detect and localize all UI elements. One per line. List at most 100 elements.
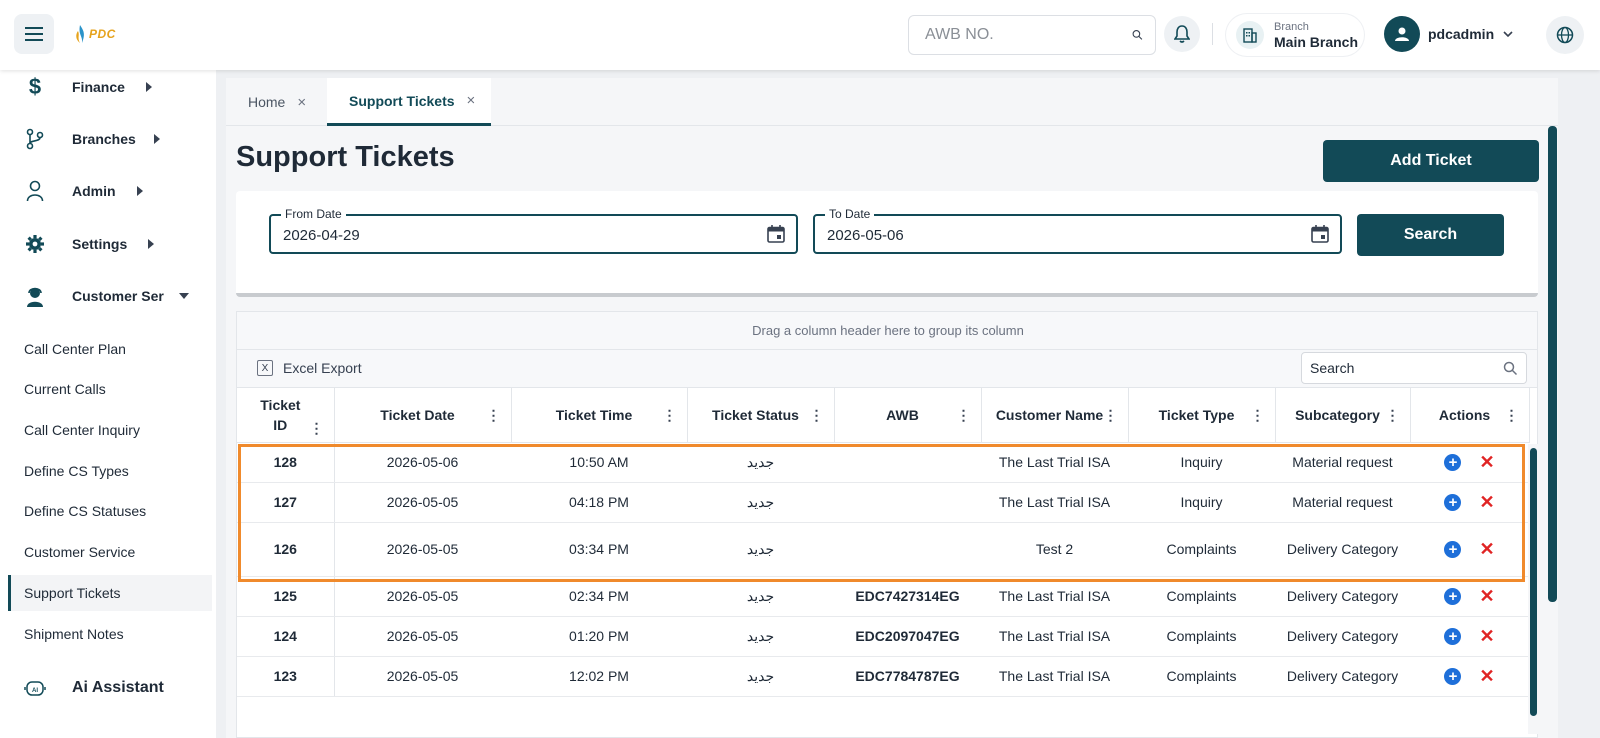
column-menu-icon[interactable]: ⋮	[1251, 408, 1265, 422]
cell-subcategory: Material request	[1275, 442, 1410, 483]
delete-icon[interactable]: ✕	[1479, 586, 1494, 607]
cell-ticket-time: 03:34 PM	[511, 522, 687, 577]
cell-ticket-time: 12:02 PM	[511, 656, 687, 697]
delete-icon[interactable]: ✕	[1479, 666, 1494, 687]
column-menu-icon[interactable]: ⋮	[1505, 408, 1519, 422]
close-icon[interactable]: ×	[297, 94, 306, 111]
delete-icon[interactable]: ✕	[1479, 539, 1494, 560]
grid-search-field[interactable]	[1301, 352, 1527, 384]
column-menu-icon[interactable]: ⋮	[487, 408, 501, 422]
column-menu-icon[interactable]: ⋮	[310, 421, 324, 435]
column-header-ticket-date[interactable]: Ticket Date ⋮	[334, 388, 512, 443]
to-date-field[interactable]: To Date 2026-05-06	[813, 207, 1342, 254]
to-date-value[interactable]: 2026-05-06	[827, 227, 904, 244]
cell-ticket-time: 10:50 AM	[511, 442, 687, 483]
app-logo[interactable]: PDC	[74, 25, 116, 43]
from-date-label: From Date	[281, 207, 346, 221]
user-icon	[1395, 27, 1409, 41]
sidebar-item-finance[interactable]: $ Finance	[0, 65, 216, 109]
sidebar-item-shipment-notes[interactable]: Shipment Notes	[8, 616, 212, 652]
excel-export-button[interactable]: X Excel Export	[257, 360, 362, 376]
column-header-label: Ticket Time	[555, 406, 633, 423]
sidebar-item-customer-service[interactable]: Customer Ser	[0, 274, 216, 318]
sidebar-item-admin[interactable]: Admin	[0, 169, 216, 213]
grid-search-input[interactable]	[1310, 360, 1503, 376]
dollar-icon: $	[28, 74, 42, 99]
flame-logo-icon	[76, 25, 84, 43]
sidebar-item-call-center-inquiry[interactable]: Call Center Inquiry	[8, 412, 212, 448]
close-icon[interactable]: ×	[467, 92, 476, 109]
sidebar-item-define-cs-statuses[interactable]: Define CS Statuses	[8, 493, 212, 529]
sidebar-item-label: Ai Assistant	[72, 679, 164, 696]
column-header-label: Subcategory	[1295, 406, 1380, 423]
delete-icon[interactable]: ✕	[1479, 626, 1494, 647]
column-header-label: Customer Name	[995, 406, 1104, 423]
column-header-awb[interactable]: AWB ⋮	[834, 388, 982, 443]
calendar-icon[interactable]	[766, 224, 786, 244]
user-menu[interactable]: pdcadmin	[1384, 16, 1514, 52]
language-button[interactable]	[1546, 16, 1584, 54]
column-menu-icon[interactable]: ⋮	[663, 408, 677, 422]
column-menu-icon[interactable]: ⋮	[810, 408, 824, 422]
table-row[interactable]: 125 2026-05-05 02:34 PM جديد EDC7427314E…	[237, 576, 1529, 617]
cell-customer-name: Test 2	[981, 522, 1128, 577]
add-icon[interactable]: +	[1444, 587, 1462, 605]
sidebar-item-label: Finance	[72, 79, 125, 95]
column-header-ticket-time[interactable]: Ticket Time ⋮	[511, 388, 688, 443]
add-icon[interactable]: +	[1444, 493, 1462, 511]
add-icon[interactable]: +	[1444, 540, 1462, 558]
column-header-ticket-status[interactable]: Ticket Status ⋮	[687, 388, 835, 443]
column-menu-icon[interactable]: ⋮	[1104, 408, 1118, 422]
column-header-ticket-type[interactable]: Ticket Type ⋮	[1128, 388, 1276, 443]
from-date-field[interactable]: From Date 2026-04-29	[269, 207, 798, 254]
sidebar-item-call-center-plan[interactable]: Call Center Plan	[8, 331, 212, 367]
tab-home[interactable]: Home ×	[226, 78, 322, 126]
awb-search-field[interactable]	[908, 15, 1156, 55]
notifications-button[interactable]	[1164, 16, 1200, 52]
sidebar-item-support-tickets[interactable]: Support Tickets	[8, 575, 212, 611]
branch-selector[interactable]: Branch Main Branch	[1226, 14, 1364, 56]
cell-actions: + ✕	[1409, 616, 1529, 657]
table-row[interactable]: 127 2026-05-05 04:18 PM جديد The Last Tr…	[237, 482, 1529, 523]
calendar-icon[interactable]	[1310, 224, 1330, 244]
page-scrollbar[interactable]	[1548, 126, 1557, 602]
column-menu-icon[interactable]: ⋮	[1386, 408, 1400, 422]
add-icon[interactable]: +	[1444, 453, 1462, 471]
cell-ticket-type: Complaints	[1128, 576, 1275, 617]
awb-search-input[interactable]	[925, 26, 1132, 44]
column-header-subcategory[interactable]: Subcategory ⋮	[1275, 388, 1411, 443]
add-ticket-button[interactable]: Add Ticket	[1323, 140, 1539, 182]
delete-icon[interactable]: ✕	[1479, 452, 1494, 473]
from-date-value[interactable]: 2026-04-29	[283, 227, 360, 244]
sidebar-item-customer-service-sub[interactable]: Customer Service	[8, 534, 212, 570]
add-icon[interactable]: +	[1444, 627, 1462, 645]
sidebar-item-current-calls[interactable]: Current Calls	[8, 371, 212, 407]
table-row[interactable]: 124 2026-05-05 01:20 PM جديد EDC2097047E…	[237, 616, 1529, 657]
sidebar-item-ai-assistant[interactable]: AI Ai Assistant	[0, 666, 216, 710]
column-menu-icon[interactable]: ⋮	[957, 408, 971, 422]
search-button[interactable]: Search	[1357, 214, 1504, 256]
hamburger-menu-button[interactable]	[14, 14, 54, 54]
column-header-label: AWB	[886, 406, 919, 423]
cell-customer-name: The Last Trial ISA	[981, 656, 1128, 697]
sidebar-item-define-cs-types[interactable]: Define CS Types	[8, 453, 212, 489]
search-icon[interactable]	[1132, 25, 1143, 45]
table-row[interactable]: 128 2026-05-06 10:50 AM جديد The Last Tr…	[237, 442, 1529, 483]
cell-subcategory: Material request	[1275, 482, 1410, 523]
excel-icon: X	[257, 360, 273, 376]
column-header-ticket-id[interactable]: Ticket ID ⋮	[237, 388, 335, 443]
delete-icon[interactable]: ✕	[1479, 492, 1494, 513]
sidebar-item-settings[interactable]: Settings	[0, 222, 216, 266]
group-panel[interactable]: Drag a column header here to group its c…	[237, 312, 1537, 350]
cell-actions: + ✕	[1409, 656, 1529, 697]
tab-support-tickets[interactable]: Support Tickets ×	[327, 78, 492, 126]
grid-scrollbar-thumb[interactable]	[1530, 448, 1537, 716]
column-header-customer-name[interactable]: Customer Name ⋮	[981, 388, 1129, 443]
sidebar-item-branches[interactable]: Branches	[0, 117, 216, 161]
table-row[interactable]: 123 2026-05-05 12:02 PM جديد EDC7784787E…	[237, 656, 1529, 697]
add-icon[interactable]: +	[1444, 667, 1462, 685]
table-row[interactable]: 126 2026-05-05 03:34 PM جديد Test 2 Comp…	[237, 522, 1529, 577]
column-header-actions[interactable]: Actions ⋮	[1409, 388, 1530, 443]
column-header-label: Ticket Date	[380, 406, 455, 423]
cell-ticket-date: 2026-05-05	[334, 616, 511, 657]
